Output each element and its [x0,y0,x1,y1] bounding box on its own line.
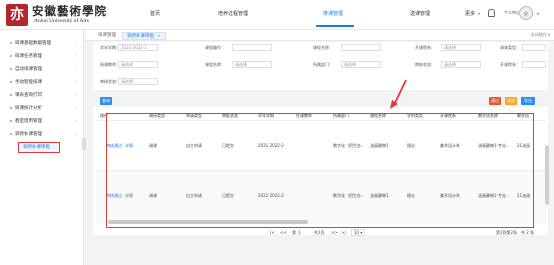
nav-more[interactable]: 更多 [465,10,475,17]
filter-label: 开课院系: [415,45,433,50]
top-header: 亦 安徽藝術學院 Anhui University of Arts 首页 培养过… [0,0,554,30]
filter-label: 调课类型: [500,45,518,50]
chevron-down-icon: ▾ [478,11,481,16]
nav-home[interactable]: 首页 [150,10,160,17]
current-page[interactable]: 1 [298,230,301,235]
chevron-right-icon: › [75,92,77,97]
last-page-button[interactable]: >| [341,230,346,235]
bullet-icon [10,80,12,83]
sidebar-item-manual[interactable]: 手动智能排课 [10,79,42,85]
pager-total: 共 2 条 [521,230,535,235]
filter-label: 课程名称: [313,45,331,50]
sidebar-item-basic-data[interactable]: 排课基础数据管理 [10,40,51,46]
dept-select[interactable]: 请选择 [441,44,481,51]
first-page-button[interactable]: |< [270,230,275,235]
chevron-right-icon: › [75,79,77,84]
chevron-right-icon: › [75,105,77,110]
filter-label: 开课院系: [500,62,518,67]
user-chevron-icon[interactable]: ▾ [537,11,539,16]
bell-icon[interactable] [488,9,495,17]
logo-mark-icon: 亦 [6,4,28,26]
sidebar-item-adjust[interactable]: 调停补课管理 [10,131,42,137]
term-select[interactable]: 2021-2022-2 [118,44,158,51]
prev-page-button[interactable]: << [280,230,287,235]
university-logo[interactable]: 亦 安徽藝術學院 Anhui University of Arts [4,3,144,27]
course-code-input[interactable] [232,44,272,51]
next-page-button[interactable]: >> [331,230,338,235]
course-select[interactable]: 请选择 [232,61,272,68]
annotation-arrow [390,79,407,109]
tab-scheduling[interactable]: 排课管理 [94,32,120,40]
tab-tools[interactable]: 关闭操作 ▾ [531,32,550,38]
bullet-icon [10,54,12,57]
export-button[interactable]: 导出 [521,97,535,105]
page-size-select[interactable]: 10 ▾ [351,229,366,236]
reject-button[interactable]: 驳回 [505,97,517,105]
highlight-box [106,113,534,228]
bullet-icon [10,67,12,70]
bullet-icon [10,106,12,109]
nav-training-process[interactable]: 培养过程管理 [218,10,248,17]
user-name[interactable]: 个人中心 [504,10,520,16]
nav-active-indicator [316,25,354,27]
sidebar-item-classroom[interactable]: 教室借用管理 [10,118,42,124]
tab-adjust-approval[interactable]: 调停补课审批 × [122,32,166,40]
chevron-down-icon: ⌄ [73,131,77,136]
sidebar-item-auto[interactable]: 自动排课管理 [10,66,42,72]
status-select[interactable]: 请选择 [441,61,481,68]
pager-summary: 第1到第2条 [496,230,518,235]
filter-label: 审核状态: [415,62,433,67]
close-icon[interactable]: × [157,34,161,39]
sidebar-item-statistics[interactable]: 排课统计分析 [10,105,42,111]
chevron-right-icon: › [75,66,77,71]
nav-scheduling[interactable]: 排课管理 [323,10,343,17]
sidebar: 排课基础数据管理 › 排课任务管理 › 自动排课管理 › 手动智能排课 › 课表… [0,30,84,265]
sidebar-subitem-approval[interactable]: 调停补课审批 [18,142,60,153]
sidebar-collapse-handle[interactable] [82,138,86,150]
adjust-type-select[interactable] [522,44,546,51]
bullet-icon [10,119,12,122]
logo-name-cn: 安徽藝術學院 [32,4,107,18]
sidebar-item-task[interactable]: 排课任务管理 [10,53,42,59]
nav-course-selection[interactable]: 选课管理 [410,10,430,17]
filter-label: 学年学期: [100,45,118,50]
course-name-input[interactable] [341,44,381,51]
teacher-select[interactable]: 请选择 [118,61,158,68]
filter-label: 课程名称: [205,62,223,67]
sidebar-item-timetable[interactable]: 课表查询打印 [10,92,42,98]
logo-name-en: Anhui University of Arts [34,18,89,24]
filter-label: 课程编号: [205,45,223,50]
approve-button[interactable]: 通过 [489,97,501,105]
bullet-icon [10,93,12,96]
filter-label: 所属部门: [313,62,331,67]
chevron-right-icon: › [75,118,77,123]
college-select[interactable] [522,61,546,68]
tab-bar: 排课管理 调停补课审批 × 关闭操作 ▾ [86,30,554,41]
department-select[interactable]: 请选择 [341,61,381,68]
chevron-right-icon: › [75,40,77,45]
chevron-right-icon: › [75,53,77,58]
bullet-icon [10,132,12,135]
audit-status-select[interactable]: 请选择 [118,78,158,85]
total-pages: 共1页 [314,230,325,235]
page-prefix: 第 [292,230,296,235]
query-button[interactable]: 查询 [100,97,112,105]
filter-label: 审核状态: [100,79,118,84]
vertical-scrollbar[interactable] [545,145,549,205]
avatar[interactable]: ☺ [519,6,533,20]
bullet-icon [10,41,12,44]
filter-label: 授课教师: [100,62,118,67]
